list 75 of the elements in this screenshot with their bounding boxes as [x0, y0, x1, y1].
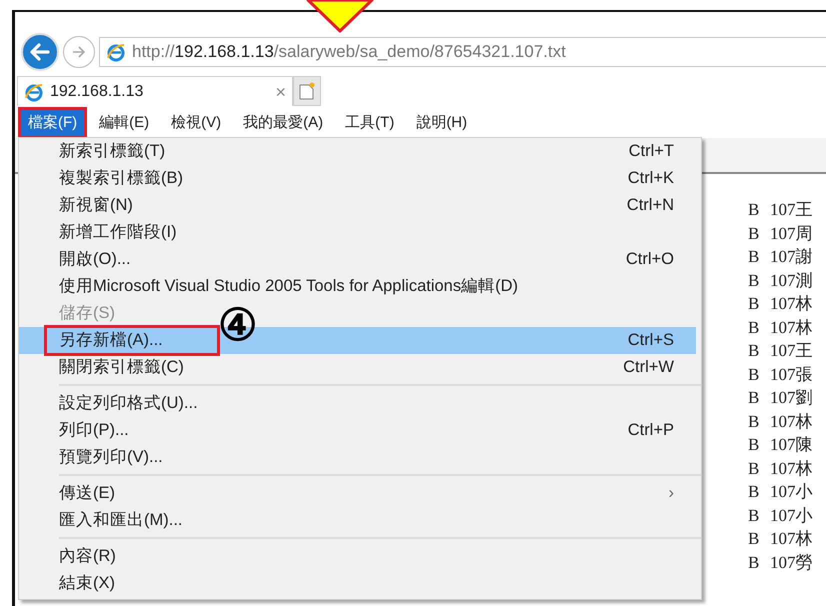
line-code: B: [748, 410, 760, 432]
line-code: B: [748, 504, 760, 526]
line-text: 107測: [770, 270, 812, 290]
menu-item[interactable]: 開啟(O)...: [59, 247, 131, 272]
menu-item[interactable]: 內容(R): [59, 544, 116, 569]
line-code: B: [748, 458, 760, 480]
line-text: 107王: [770, 341, 812, 360]
shortcut-text: Ctrl+K: [628, 168, 674, 190]
menu-item[interactable]: 傳送(E): [59, 481, 115, 506]
browser-tab[interactable]: 192.168.1.13 ×: [17, 76, 293, 106]
new-page-icon: [299, 82, 315, 100]
menu-bar-item[interactable]: 說明(H): [406, 106, 478, 140]
menu-item[interactable]: 列印(P)...: [59, 418, 129, 443]
menu-item[interactable]: 新增工作階段(I): [59, 220, 177, 245]
line-code: B: [748, 552, 760, 574]
line-code: B: [748, 199, 760, 221]
line-text: 107小: [770, 482, 812, 501]
menu-item[interactable]: 預覽列印(V)...: [59, 445, 163, 470]
shortcut-text: Ctrl+S: [628, 330, 674, 352]
line-code: B: [748, 481, 760, 503]
line-code: B: [748, 364, 760, 386]
shortcut-text: Ctrl+O: [626, 249, 674, 270]
forward-arrow-icon: [71, 44, 87, 60]
menu-item[interactable]: 複製索引標籤(B): [59, 166, 183, 191]
menu-bar-item[interactable]: 工具(T): [335, 106, 404, 140]
line-code: B: [748, 528, 760, 550]
forward-button[interactable]: [63, 36, 95, 68]
back-button[interactable]: [21, 33, 59, 71]
line-text: 107小: [770, 506, 812, 524]
menu-bar-item[interactable]: 我的最愛(A): [233, 106, 334, 140]
line-text: 107周: [770, 224, 812, 242]
line-text: 107劉: [770, 388, 812, 407]
menu-item[interactable]: 結束(X): [59, 571, 115, 596]
line-text: 107林: [770, 294, 812, 313]
line-text: 107林: [770, 412, 812, 430]
shortcut-text: Ctrl+N: [626, 195, 674, 216]
line-text: 107陳: [770, 435, 812, 454]
menu-item[interactable]: 新視窗(N): [59, 193, 133, 218]
line-code: B: [748, 316, 760, 338]
submenu-arrow: ›: [668, 483, 674, 504]
menu-bar-item[interactable]: 檢視(V): [161, 106, 232, 140]
menu-item[interactable]: 新索引標籤(T): [59, 139, 166, 164]
shortcut-text: Ctrl+T: [628, 141, 674, 162]
down-arrow-marker: [305, 0, 375, 34]
shortcut-text: Ctrl+W: [623, 357, 674, 378]
address-field[interactable]: http://192.168.1.13/salaryweb/sa_demo/87654321.107.txt: [99, 37, 826, 67]
highlight-frame: 另存新檔(A)...: [44, 325, 220, 356]
url-text: http://192.168.1.13/salaryweb/sa_demo/87654321.107.txt: [132, 41, 566, 64]
shortcut-text: Ctrl+P: [628, 420, 674, 442]
new-tab-button[interactable]: [293, 76, 321, 106]
line-code: B: [748, 293, 760, 315]
menu-bar-item[interactable]: 檔案(F): [18, 106, 88, 140]
menu-item[interactable]: 設定列印格式(U)...: [59, 391, 198, 416]
line-code: B: [748, 222, 760, 244]
line-text: 107勞: [770, 552, 812, 572]
line-text: 107林: [770, 529, 812, 548]
line-code: B: [748, 340, 760, 362]
line-code: B: [748, 434, 760, 456]
line-code: B: [748, 387, 760, 409]
back-arrow-icon: [29, 41, 51, 63]
browser-logo-icon: [24, 82, 44, 102]
menu-item[interactable]: 使用Microsoft Visual Studio 2005 Tools for Applications編輯(D): [59, 274, 518, 299]
line-text: 107王: [770, 200, 812, 219]
line-code: B: [748, 246, 760, 268]
line-code: B: [748, 270, 760, 292]
line-text: 107林: [770, 318, 812, 336]
line-text: 107謝: [770, 247, 812, 266]
tab-title: 192.168.1.13: [50, 82, 144, 102]
close-tab-button[interactable]: ×: [275, 82, 286, 100]
line-text: 107張: [770, 364, 812, 384]
line-text: 107林: [770, 458, 812, 478]
menu-bar-item[interactable]: 編輯(E): [89, 106, 160, 140]
menu-item[interactable]: 關閉索引標籤(C): [59, 355, 184, 380]
menu-item[interactable]: 匯入和匯出(M)...: [59, 508, 182, 533]
browser-logo-icon: [106, 42, 126, 62]
